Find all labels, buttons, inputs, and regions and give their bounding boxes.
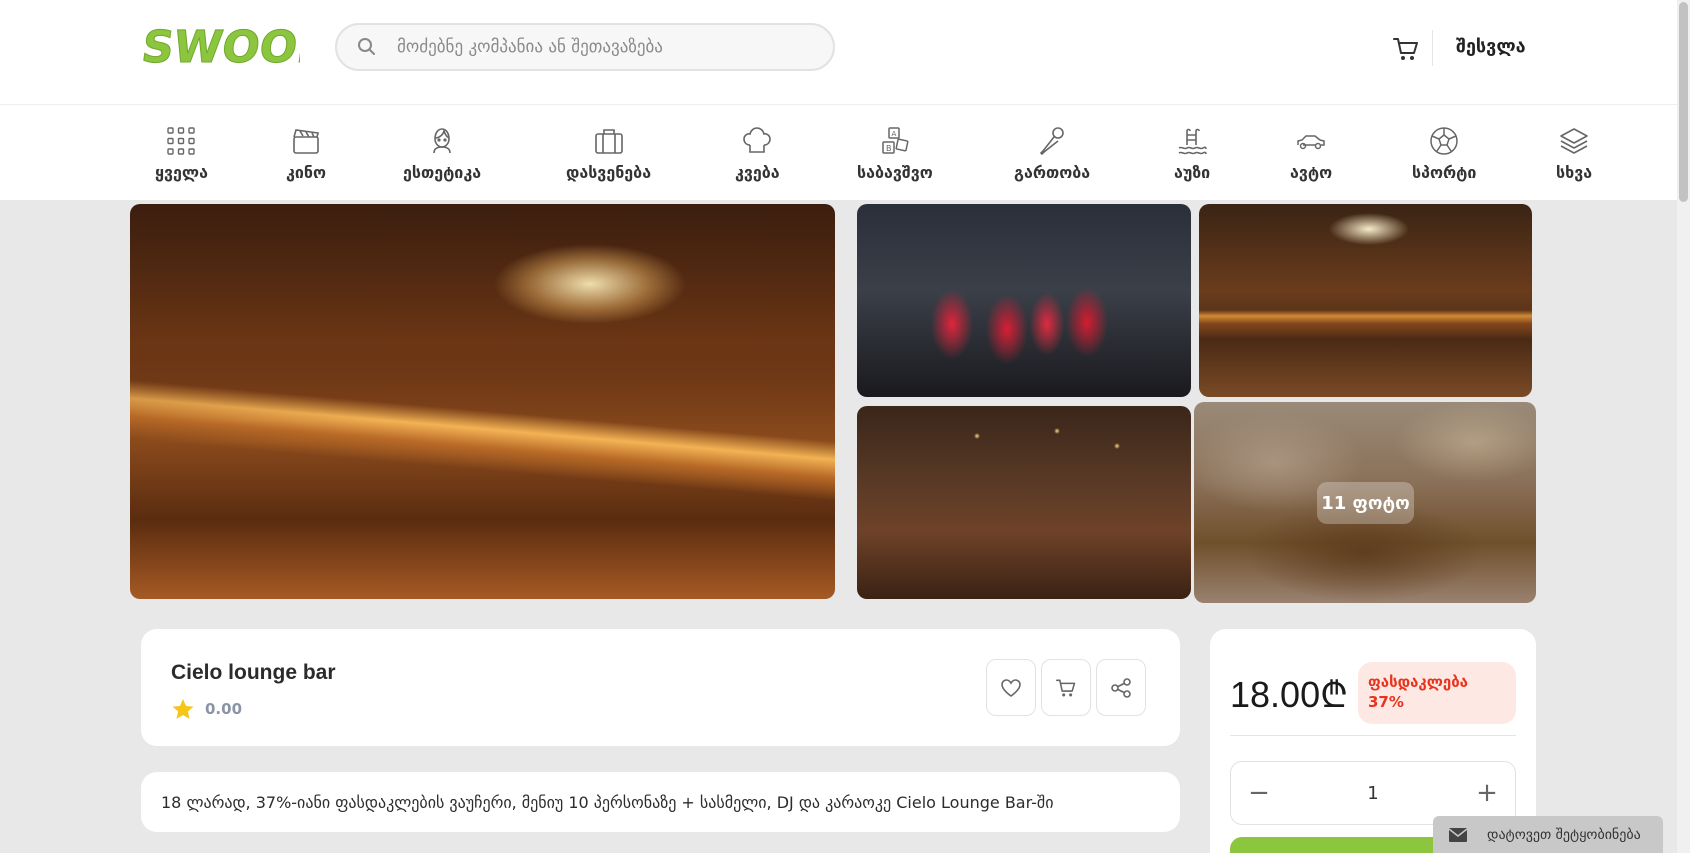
decrease-quantity-button[interactable]: − bbox=[1247, 778, 1271, 808]
offer-description-card: 18 ლარად, 37%-იანი ფასდაკლების ვაუჩერი, … bbox=[141, 772, 1180, 832]
category-all[interactable]: ყველა bbox=[155, 125, 208, 182]
offer-description: 18 ლარად, 37%-იანი ფასდაკლების ვაუჩერი, … bbox=[161, 792, 1054, 812]
rating-value: 0.00 bbox=[205, 700, 243, 718]
category-label: კვება bbox=[735, 163, 780, 182]
car-icon bbox=[1297, 135, 1325, 150]
football-icon bbox=[1430, 127, 1458, 155]
grid-icon bbox=[167, 127, 196, 155]
cart-icon bbox=[1056, 679, 1076, 696]
category-auto[interactable]: ავტო bbox=[1290, 125, 1332, 182]
category-label: ყველა bbox=[155, 163, 208, 182]
svg-text:B: B bbox=[886, 144, 892, 153]
category-label: სპორტი bbox=[1412, 163, 1477, 182]
search-bar[interactable]: მოძებნე კომპანია ან შეთავაზება bbox=[335, 23, 835, 71]
quantity-value[interactable]: 1 bbox=[1367, 783, 1378, 804]
category-label: ავტო bbox=[1290, 163, 1333, 182]
star-icon bbox=[172, 699, 194, 719]
discount-badge: ფასდაკლება 37% bbox=[1358, 662, 1516, 724]
category-sport[interactable]: სპორტი bbox=[1412, 125, 1476, 182]
header: SWOOP მოძებნე კომპანია ან შეთავაზება შეს… bbox=[0, 0, 1690, 105]
cart-icon[interactable] bbox=[1392, 36, 1420, 62]
offer-title-card: Cielo lounge bar 0.00 bbox=[141, 629, 1180, 746]
category-label: კინო bbox=[286, 163, 327, 182]
share-button[interactable] bbox=[1096, 659, 1146, 716]
toy-blocks-icon: AB bbox=[882, 127, 909, 154]
category-label: საბავშვო bbox=[857, 163, 933, 182]
scrollbar-thumb[interactable] bbox=[1679, 2, 1688, 202]
feedback-label: დატოვეთ შეტყობინება bbox=[1487, 826, 1641, 843]
clapperboard-icon bbox=[293, 129, 320, 154]
heart-icon bbox=[1001, 678, 1021, 697]
svg-text:A: A bbox=[891, 130, 896, 138]
category-label: ესთეტიკა bbox=[403, 163, 482, 182]
pool-icon bbox=[1178, 128, 1207, 155]
photo-count-badge[interactable]: 11 ფოტო bbox=[1317, 482, 1414, 524]
increase-quantity-button[interactable]: + bbox=[1475, 778, 1499, 808]
gallery-photo[interactable] bbox=[857, 204, 1191, 397]
header-divider bbox=[1432, 30, 1433, 66]
microphone-icon bbox=[1039, 127, 1064, 156]
feedback-widget[interactable]: დატოვეთ შეტყობინება bbox=[1433, 816, 1663, 853]
category-label: აუზი bbox=[1174, 163, 1211, 182]
mail-icon bbox=[1433, 827, 1483, 843]
offer-title: Cielo lounge bar bbox=[171, 661, 336, 684]
layers-icon bbox=[1560, 128, 1588, 154]
category-entertainment[interactable]: გართობა bbox=[1014, 125, 1090, 182]
add-to-cart-button[interactable] bbox=[1041, 659, 1091, 716]
category-label: სხვა bbox=[1556, 163, 1593, 182]
category-aesthetics[interactable]: ესთეტიკა bbox=[403, 125, 481, 182]
gallery-photo[interactable] bbox=[857, 406, 1191, 599]
category-cinema[interactable]: კინო bbox=[286, 125, 326, 182]
category-bar: ყველა კინო ესთეტიკა დასვენება კვება AB ს… bbox=[0, 105, 1690, 200]
offer-rating: 0.00 bbox=[171, 697, 242, 721]
category-label: დასვენება bbox=[566, 163, 652, 182]
category-other[interactable]: სხვა bbox=[1556, 125, 1592, 182]
face-icon bbox=[433, 128, 451, 154]
gallery-main-photo[interactable] bbox=[130, 204, 835, 599]
login-button[interactable]: შესვლა bbox=[1456, 36, 1526, 57]
svg-text:SWOOP: SWOOP bbox=[142, 22, 300, 72]
category-pool[interactable]: აუზი bbox=[1174, 125, 1210, 182]
search-icon bbox=[337, 37, 397, 57]
favorite-button[interactable] bbox=[986, 659, 1036, 716]
swoop-logo[interactable]: SWOOP bbox=[142, 20, 300, 72]
divider bbox=[1230, 735, 1516, 736]
category-kids[interactable]: AB საბავშვო bbox=[857, 125, 933, 182]
gallery-photo[interactable] bbox=[1199, 204, 1532, 397]
category-food[interactable]: კვება bbox=[735, 125, 780, 182]
price: 18.00₾ bbox=[1230, 674, 1348, 715]
search-input[interactable]: მოძებნე კომპანია ან შეთავაზება bbox=[397, 37, 663, 57]
suitcase-icon bbox=[594, 129, 623, 154]
share-icon bbox=[1111, 677, 1131, 698]
chef-hat-icon bbox=[743, 127, 772, 153]
category-label: გართობა bbox=[1014, 163, 1091, 182]
category-vacation[interactable]: დასვენება bbox=[566, 125, 651, 182]
